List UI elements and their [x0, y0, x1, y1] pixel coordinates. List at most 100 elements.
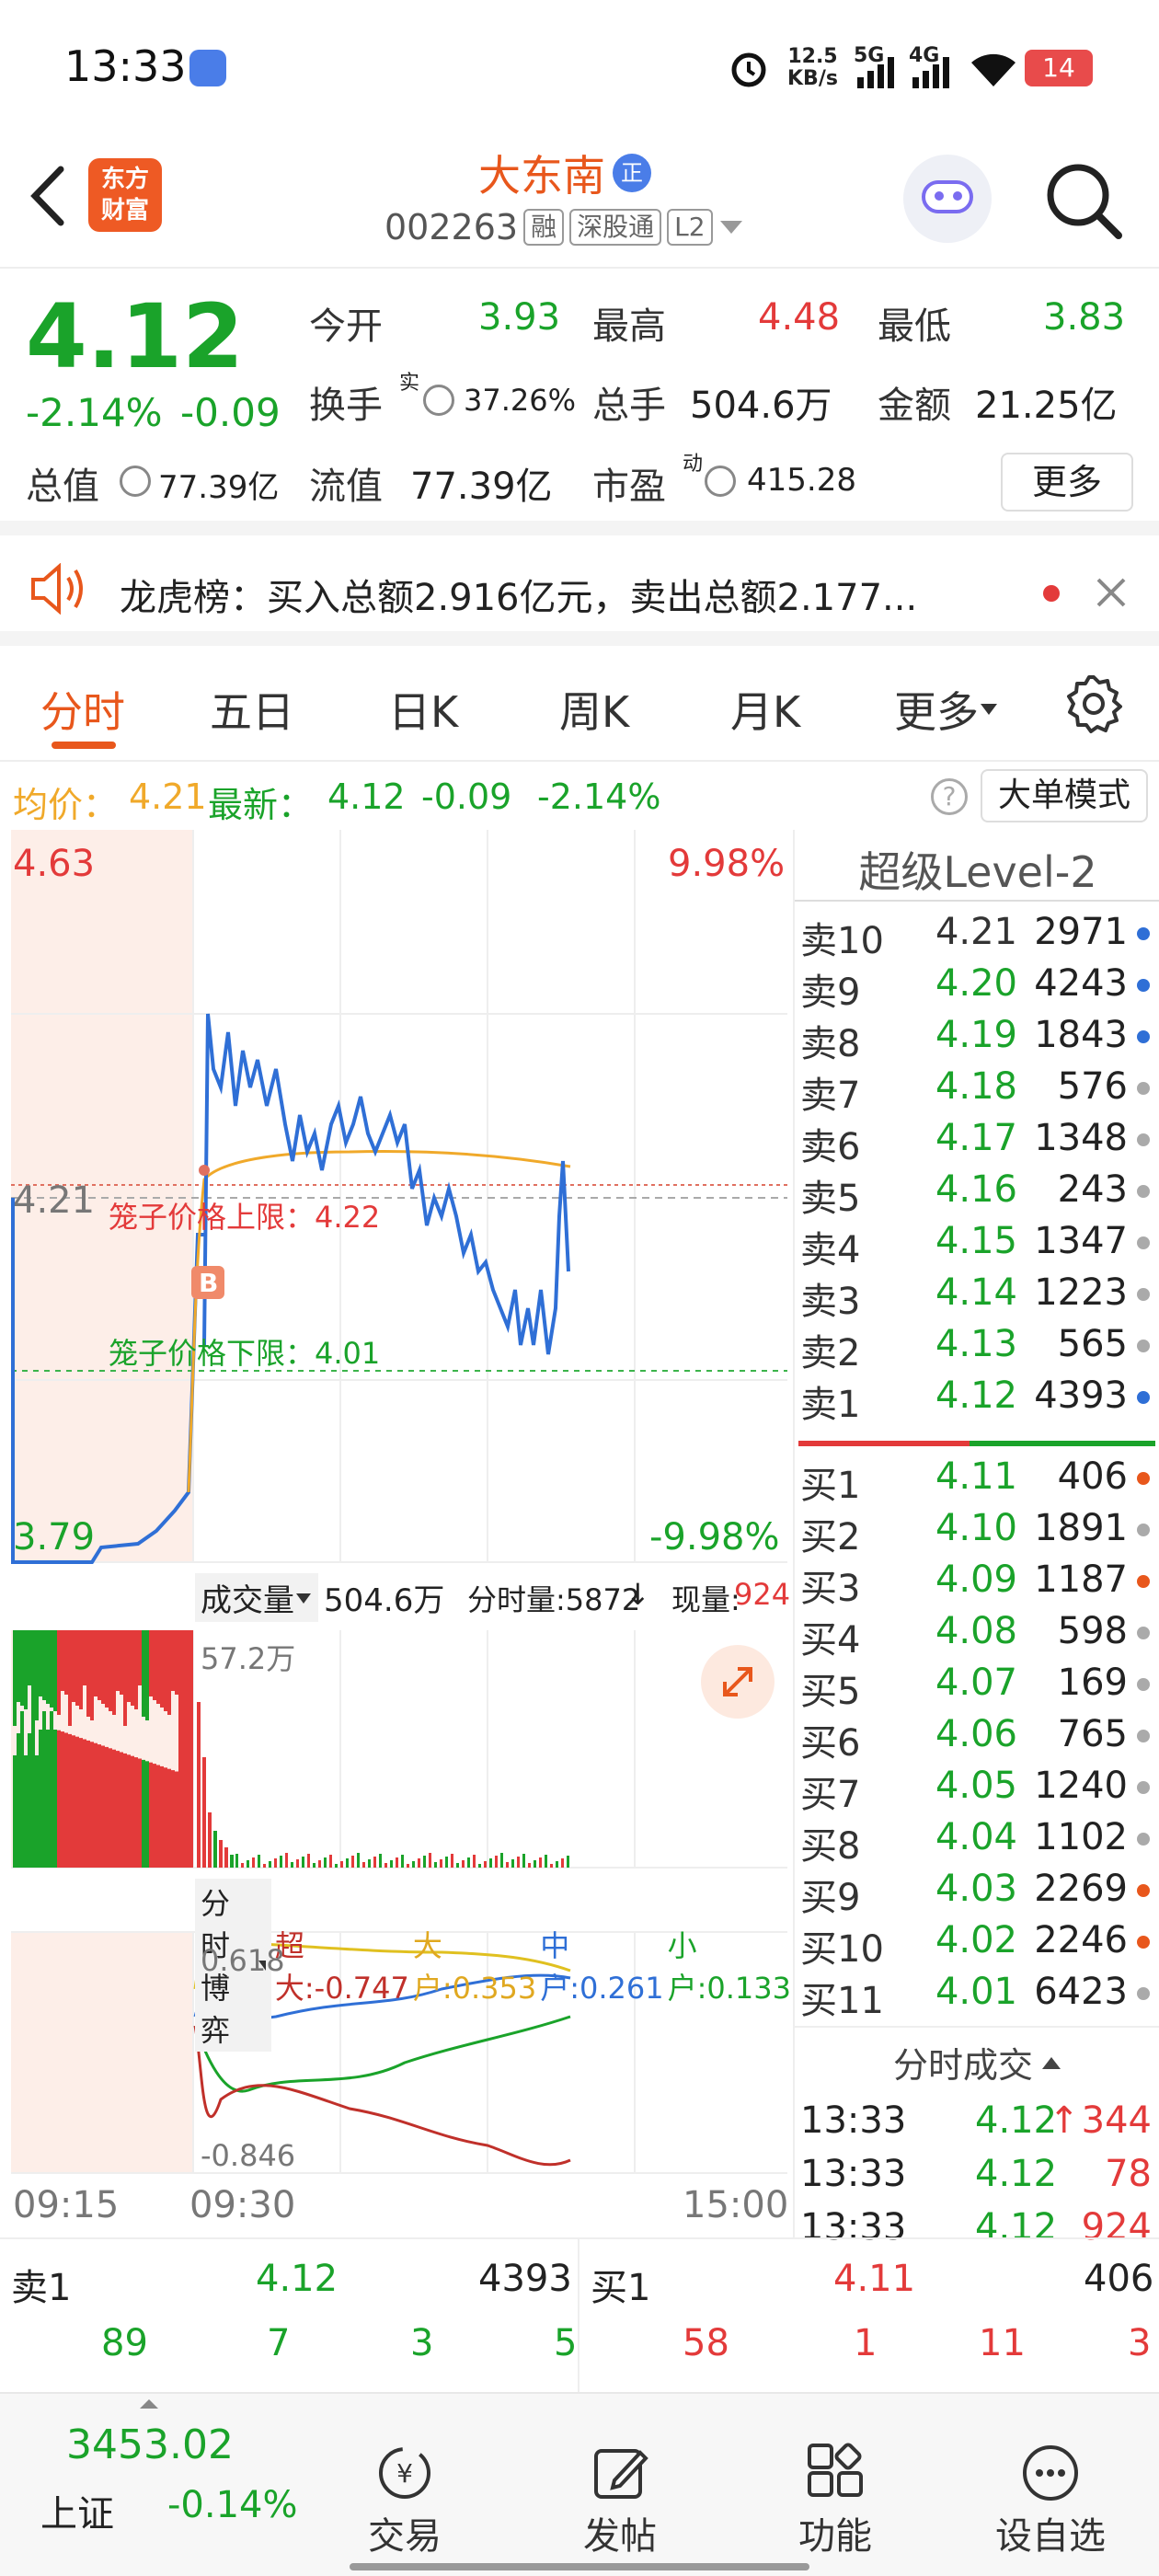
volume-bar-top [123, 1630, 127, 1726]
bid-row[interactable]: 买9 4.03 2269 [795, 1868, 1159, 1919]
ask-row[interactable]: 卖4 4.15 1347 [795, 1220, 1159, 1271]
info-icon-2[interactable] [120, 466, 151, 497]
tab-daily-k[interactable]: 日K [388, 679, 458, 740]
y-top-price: 4.63 [13, 843, 96, 885]
tab-five-day[interactable]: 五日 [210, 679, 294, 740]
bid-row[interactable]: 买3 4.09 1187 [795, 1558, 1159, 1610]
volume-bar-top [142, 1630, 145, 1717]
tab-more-triangle-icon [981, 704, 997, 715]
volume-bar [528, 1863, 531, 1868]
game-bottom-value: -0.846 [201, 2138, 296, 2173]
order-book-title[interactable]: 超级Level-2 [795, 839, 1159, 900]
avg-label: 均价： [13, 785, 119, 825]
ask-row[interactable]: 卖8 4.19 1843 [795, 1014, 1159, 1065]
buy-queue-3: 3 [1128, 2322, 1152, 2364]
bid-label: 买6 [800, 1722, 861, 1765]
help-icon[interactable]: ? [931, 778, 968, 815]
quote-panel: 4.12 -2.14% -0.09 今开 3.93 最高 4.48 最低 3.8… [0, 269, 1159, 535]
bid-volume: 2246 [1034, 1919, 1128, 1961]
tag-l2: L2 [667, 209, 713, 246]
search-icon[interactable] [1043, 160, 1126, 243]
volume-bar [401, 1855, 404, 1868]
volume-bar [478, 1864, 481, 1868]
bid-row[interactable]: 买10 4.02 2246 [795, 1919, 1159, 1971]
tab-weekly-k[interactable]: 周K [559, 679, 629, 740]
big-order-mode-button[interactable]: 大单模式 [981, 769, 1148, 822]
info-icon[interactable] [423, 385, 454, 416]
bid-volume: 169 [1057, 1662, 1128, 1704]
home-indicator[interactable] [350, 2563, 809, 2570]
bid-row[interactable]: 买5 4.07 169 [795, 1662, 1159, 1713]
float-label: 流值 [309, 466, 383, 508]
bid-row[interactable]: 买2 4.10 1891 [795, 1507, 1159, 1558]
robot-avatar-icon[interactable] [903, 155, 992, 243]
nav-functions[interactable]: 功能 [762, 2440, 909, 2559]
intraday-chart-area[interactable]: 4.63 9.98% 4.21 3.79 -9.98% 笼子价格上限：4.22 … [0, 830, 791, 2237]
amount-value: 21.25亿 [975, 385, 1118, 427]
tab-monthly-k[interactable]: 月K [730, 679, 800, 740]
nav-post[interactable]: 发帖 [546, 2440, 694, 2559]
settings-gear-icon[interactable] [1063, 673, 1124, 734]
bid-row[interactable]: 买4 4.08 598 [795, 1610, 1159, 1662]
ask-price: 4.14 [935, 1271, 1017, 1314]
volume-bar-top [160, 1630, 164, 1708]
ask-row[interactable]: 卖1 4.12 4393 [795, 1374, 1159, 1426]
nav-trade[interactable]: ¥ 交易 [331, 2440, 478, 2559]
tab-more[interactable]: 更多 [894, 679, 999, 740]
order-book[interactable]: 超级Level-2 卖10 4.21 2971 卖9 4.20 4243 卖8 4.19 184… [793, 830, 1159, 2248]
ask-volume: 1223 [1034, 1271, 1128, 1314]
avg-value: 4.21 [129, 776, 207, 817]
close-icon[interactable] [1093, 574, 1130, 611]
volume-selector[interactable]: 成交量 [195, 1573, 318, 1622]
more-dots-icon [1023, 2445, 1078, 2501]
cage-lower-label: 笼子价格下限：4.01 [109, 1336, 381, 1371]
net-speed-value: 12.5 [787, 45, 838, 68]
volume-bar [213, 1831, 217, 1868]
index-widget[interactable]: 3453.02 上证 -0.14% [0, 2394, 313, 2576]
stock-code-row[interactable]: 002263 融 深股通 L2 [384, 207, 744, 247]
bid-row[interactable]: 买1 4.11 406 [795, 1455, 1159, 1507]
stock-name: 大东南 正 [478, 143, 651, 203]
latest-label: 最新： [208, 785, 314, 825]
ask-row[interactable]: 卖6 4.17 1348 [795, 1117, 1159, 1168]
bid-row[interactable]: 买7 4.05 1240 [795, 1765, 1159, 1816]
ask-row[interactable]: 卖3 4.14 1223 [795, 1271, 1159, 1323]
ask-price: 4.18 [935, 1065, 1017, 1108]
ask-row[interactable]: 卖9 4.20 4243 [795, 962, 1159, 1014]
bid-flag-dot [1137, 1730, 1150, 1742]
news-ticker[interactable]: 龙虎榜：买入总额2.916亿元，卖出总额2.177... [0, 535, 1159, 646]
ask-label: 卖6 [800, 1126, 861, 1168]
info-icon-3[interactable] [705, 466, 736, 497]
nav-add-watchlist[interactable]: 设自选 [977, 2440, 1124, 2559]
ask-flag-dot [1137, 1185, 1150, 1198]
ask-row[interactable]: 卖2 4.13 565 [795, 1323, 1159, 1374]
tab-intraday[interactable]: 分时 [40, 679, 125, 740]
depth-panel[interactable]: 卖1 4.12 4393 买1 4.11 406 89 7 3 5 58 1 1… [0, 2237, 1159, 2396]
bid-row[interactable]: 买11 4.01 6423 [795, 1971, 1159, 2022]
volume-bar [86, 1740, 90, 1868]
volume-bar [274, 1858, 277, 1868]
back-icon[interactable] [24, 164, 70, 228]
bid-price: 4.08 [935, 1610, 1017, 1652]
bottom-nav: 3453.02 上证 -0.14% ¥ 交易 发帖 功能 设自选 [0, 2392, 1159, 2576]
volume-bar-top [145, 1630, 149, 1720]
volume-bar [68, 1733, 72, 1868]
expand-icon[interactable] [701, 1645, 775, 1719]
volume-bar-top [72, 1630, 75, 1702]
volume-bar [197, 1702, 201, 1868]
bid-volume: 765 [1057, 1713, 1128, 1755]
bid-volume: 598 [1057, 1610, 1128, 1652]
volume-bar-top [13, 1630, 17, 1726]
ask-label: 卖8 [800, 1023, 861, 1065]
volume-bar-top [182, 1630, 186, 1702]
volume-bar [24, 1755, 28, 1868]
bid-row[interactable]: 买6 4.06 765 [795, 1713, 1159, 1765]
volume-bar-top [20, 1630, 24, 1706]
ask-row[interactable]: 卖10 4.21 2971 [795, 911, 1159, 962]
ask-row[interactable]: 卖7 4.18 576 [795, 1065, 1159, 1117]
trades-header[interactable]: 分时成交 [795, 2026, 1159, 2087]
ask-row[interactable]: 卖5 4.16 243 [795, 1168, 1159, 1220]
bid-row[interactable]: 买8 4.04 1102 [795, 1816, 1159, 1868]
more-button[interactable]: 更多 [1001, 453, 1133, 512]
volume-selector-label: 成交量 [201, 1582, 294, 1619]
